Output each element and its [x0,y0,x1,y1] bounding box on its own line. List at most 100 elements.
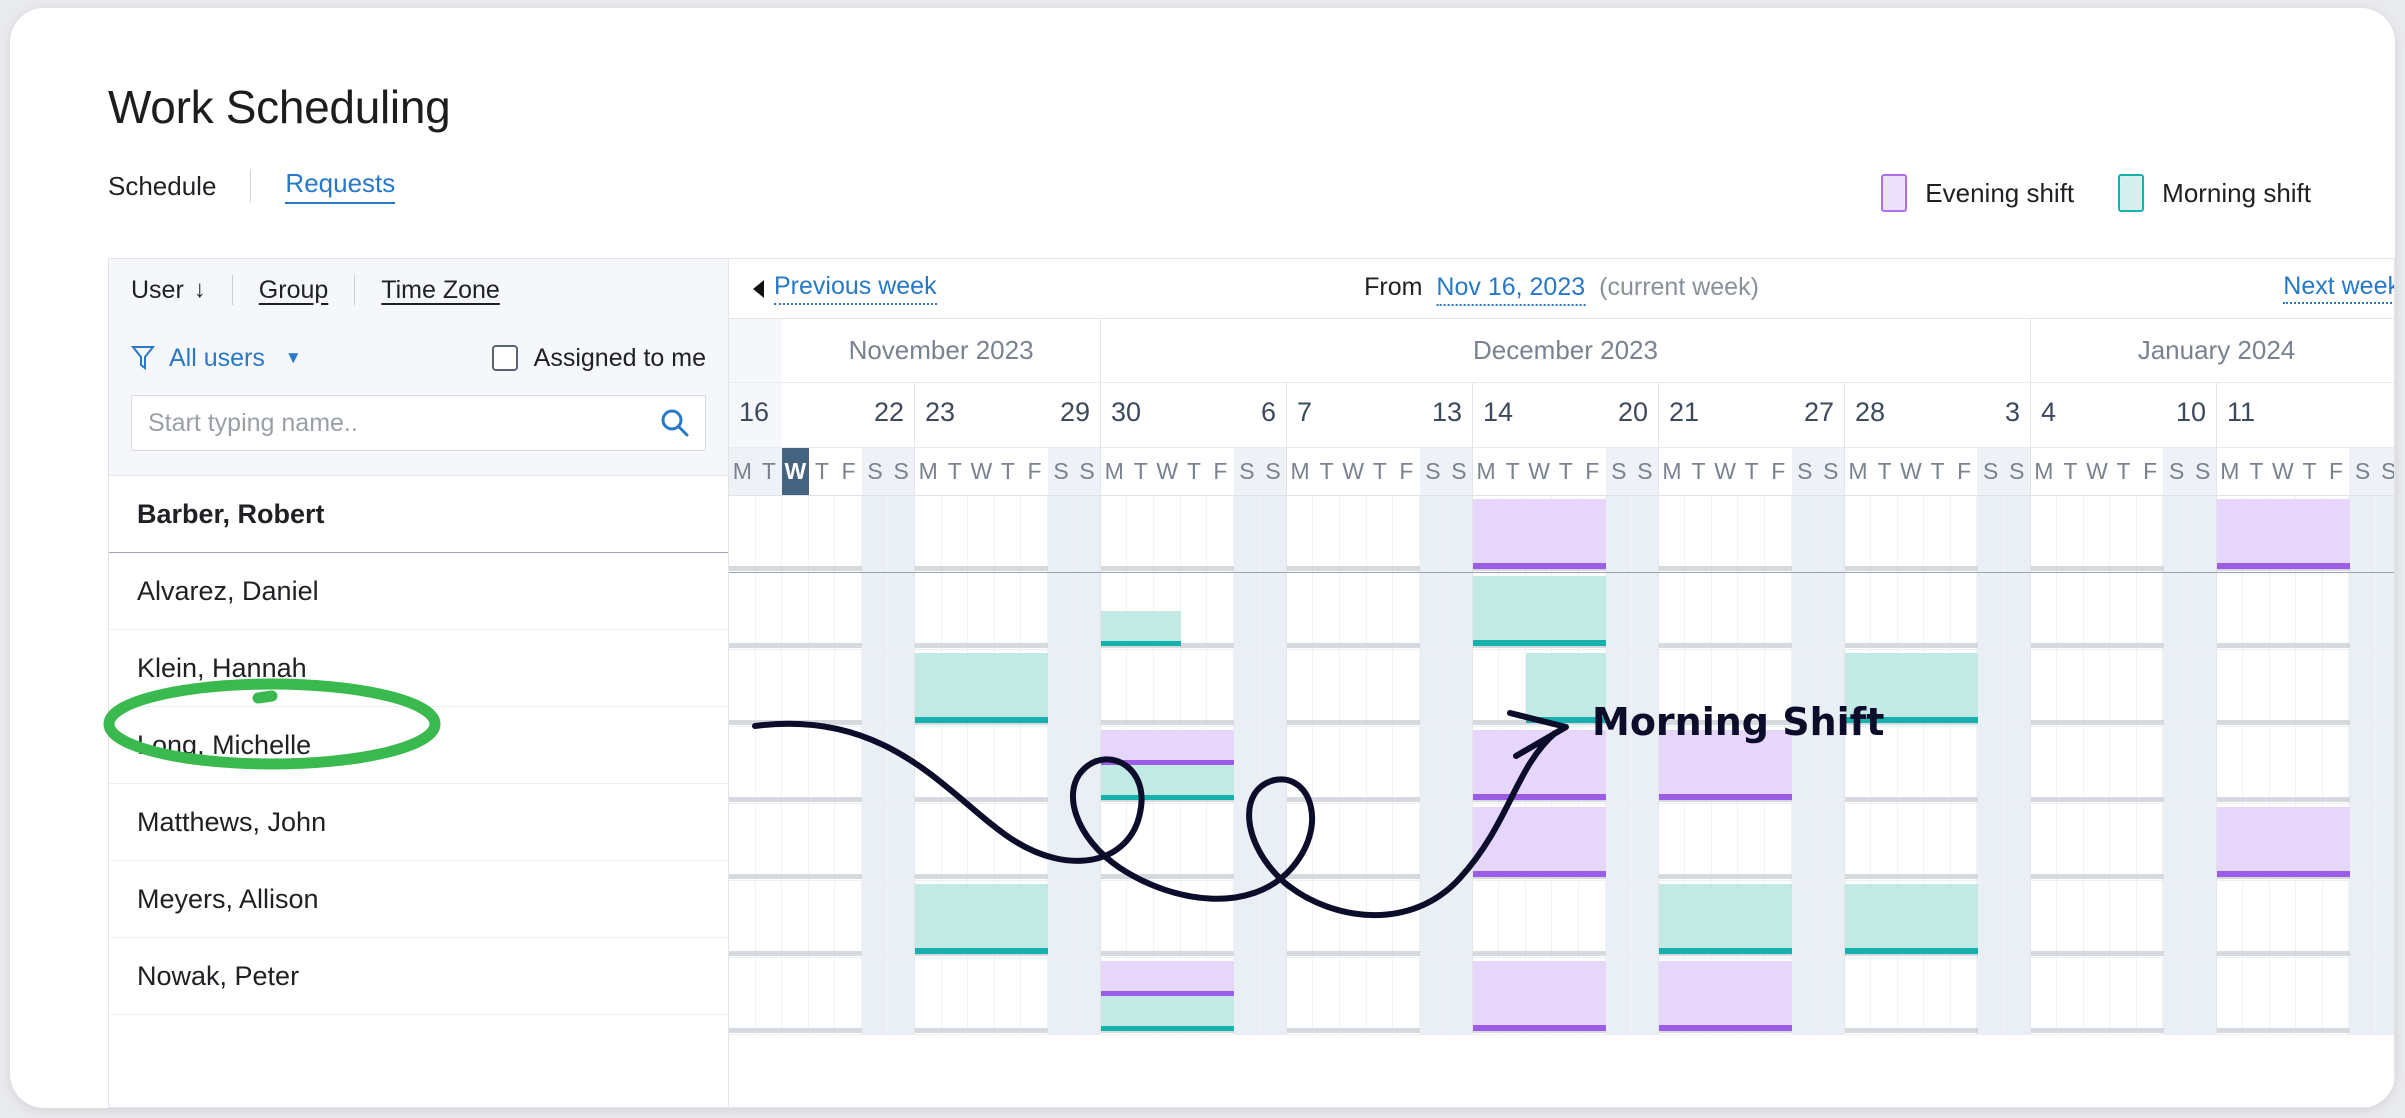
schedule-day-cell[interactable] [1339,496,1367,572]
schedule-day-cell[interactable] [1525,727,1553,803]
schedule-day-cell[interactable] [1047,650,1075,726]
schedule-day-cell[interactable] [2296,496,2323,572]
schedule-day-cell[interactable] [914,573,942,649]
schedule-day-cell[interactable] [2030,804,2058,880]
schedule-day-cell[interactable] [1446,804,1473,880]
schedule-day-cell[interactable] [1977,573,2004,649]
schedule-day-cell[interactable] [968,804,995,880]
schedule-day-cell[interactable] [1154,496,1181,572]
schedule-day-cell[interactable] [808,881,836,957]
schedule-day-cell[interactable] [888,650,915,726]
schedule-day-cell[interactable] [1313,573,1340,649]
schedule-day-cell[interactable] [1897,881,1925,957]
schedule-day-cell[interactable] [1021,650,1048,726]
schedule-day-cell[interactable] [2163,650,2190,726]
schedule-day-cell[interactable] [2269,958,2297,1034]
schedule-day-cell[interactable] [2349,958,2376,1034]
schedule-day-cell[interactable] [1313,881,1340,957]
schedule-day-cell[interactable] [1605,496,1633,572]
schedule-day-cell[interactable] [2030,650,2058,726]
user-list-item[interactable]: Long, Michelle [109,707,728,784]
schedule-day-cell[interactable] [755,804,783,880]
schedule-day-cell[interactable] [1711,804,1739,880]
schedule-day-cell[interactable] [2136,573,2164,649]
schedule-day-cell[interactable] [2189,650,2217,726]
schedule-day-cell[interactable] [1579,573,1606,649]
schedule-day-cell[interactable] [1499,727,1526,803]
schedule-day-cell[interactable] [782,650,809,726]
schedule-day-cell[interactable] [1977,727,2004,803]
schedule-day-cell[interactable] [808,496,836,572]
schedule-day-cell[interactable] [2349,727,2376,803]
schedule-day-cell[interactable] [2110,881,2137,957]
schedule-day-cell[interactable] [914,881,942,957]
schedule-day-cell[interactable] [1472,958,1500,1034]
schedule-day-cell[interactable] [2189,573,2217,649]
schedule-day-cell[interactable] [1844,958,1872,1034]
schedule-day-cell[interactable] [1685,573,1712,649]
user-list-item[interactable]: Nowak, Peter [109,938,728,1015]
schedule-day-cell[interactable] [1711,573,1739,649]
schedule-day-cell[interactable] [2030,727,2058,803]
schedule-day-cell[interactable] [1207,804,1234,880]
schedule-day-cell[interactable] [1207,727,1234,803]
schedule-day-cell[interactable] [1286,650,1314,726]
schedule-day-cell[interactable] [2243,958,2270,1034]
schedule-day-cell[interactable] [2136,650,2164,726]
schedule-day-cell[interactable] [808,804,836,880]
schedule-day-cell[interactable] [1977,958,2004,1034]
schedule-day-cell[interactable] [2216,496,2244,572]
schedule-day-cell[interactable] [1047,958,1075,1034]
schedule-day-cell[interactable] [1074,804,1101,880]
schedule-day-cell[interactable] [1844,804,1872,880]
user-list-item[interactable]: Alvarez, Daniel [109,553,728,630]
schedule-day-cell[interactable] [2375,804,2394,880]
schedule-day-cell[interactable] [1552,958,1579,1034]
schedule-day-cell[interactable] [888,496,915,572]
schedule-day-cell[interactable] [994,727,1022,803]
schedule-day-cell[interactable] [729,958,756,1034]
schedule-day-cell[interactable] [1499,650,1526,726]
schedule-day-cell[interactable] [1021,727,1048,803]
schedule-day-cell[interactable] [1791,958,1819,1034]
schedule-day-cell[interactable] [835,650,862,726]
schedule-day-cell[interactable] [1419,881,1447,957]
schedule-day-cell[interactable] [1632,881,1659,957]
schedule-day-cell[interactable] [1924,958,1951,1034]
schedule-day-cell[interactable] [1313,958,1340,1034]
schedule-day-cell[interactable] [2163,958,2190,1034]
schedule-day-cell[interactable] [1764,573,1792,649]
schedule-day-cell[interactable] [1897,727,1925,803]
schedule-day-cell[interactable] [2296,650,2323,726]
schedule-day-cell[interactable] [2163,496,2190,572]
schedule-day-cell[interactable] [1685,804,1712,880]
schedule-day-cell[interactable] [1074,650,1101,726]
schedule-day-cell[interactable] [1366,881,1394,957]
schedule-day-cell[interactable] [1127,958,1154,1034]
schedule-day-cell[interactable] [2216,650,2244,726]
schedule-day-cell[interactable] [1472,496,1500,572]
schedule-day-cell[interactable] [2375,958,2394,1034]
schedule-day-cell[interactable] [1977,650,2004,726]
schedule-day-cell[interactable] [1286,881,1314,957]
sort-by-timezone[interactable]: Time Zone [381,276,500,305]
schedule-day-cell[interactable] [941,650,969,726]
sort-by-group[interactable]: Group [259,276,328,305]
schedule-day-cell[interactable] [1658,958,1686,1034]
schedule-day-cell[interactable] [729,496,756,572]
schedule-day-cell[interactable] [994,650,1022,726]
schedule-day-cell[interactable] [808,727,836,803]
sort-by-user[interactable]: User ↓ [131,276,206,305]
schedule-day-cell[interactable] [1871,881,1898,957]
schedule-day-cell[interactable] [1021,573,1048,649]
schedule-day-cell[interactable] [1871,804,1898,880]
schedule-day-cell[interactable] [835,804,862,880]
schedule-day-cell[interactable] [888,573,915,649]
schedule-day-cell[interactable] [1950,804,1978,880]
schedule-day-cell[interactable] [782,804,809,880]
schedule-day-cell[interactable] [1525,573,1553,649]
schedule-row[interactable] [729,650,2394,727]
next-week-button[interactable]: Next week [2283,272,2394,304]
schedule-day-cell[interactable] [1233,496,1261,572]
schedule-day-cell[interactable] [755,573,783,649]
